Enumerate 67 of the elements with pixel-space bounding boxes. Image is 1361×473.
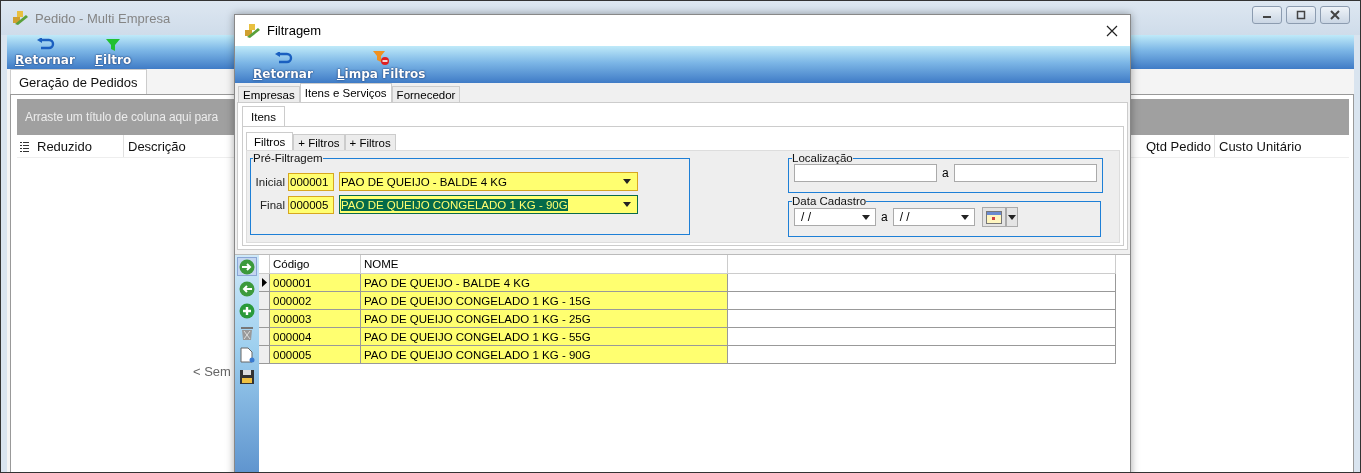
column-header[interactable]: NOME (361, 255, 728, 273)
table-cell: 000003 (270, 310, 361, 327)
calendar-button[interactable] (981, 207, 1006, 227)
calendar-icon (985, 210, 1002, 224)
dropdown-arrow-icon (862, 214, 870, 220)
tab[interactable]: Geração de Pedidos (10, 69, 147, 94)
column-header[interactable]: Reduzido (33, 135, 124, 157)
add-button[interactable] (237, 301, 257, 320)
code-field[interactable]: 000005 (288, 195, 334, 214)
group-title: Localização (792, 152, 853, 164)
dropdown-arrow-icon (960, 214, 969, 220)
code-field[interactable]: 000001 (288, 172, 334, 191)
window-title: Pedido - Multi Empresa (35, 10, 171, 26)
tab[interactable]: Itens e Serviços (299, 83, 392, 102)
date-to-field[interactable]: / / (892, 208, 975, 226)
tab[interactable]: + Filtros (293, 134, 345, 150)
app-icon (243, 22, 261, 39)
funnel-icon (105, 38, 121, 52)
table-cell: PAO DE QUEIJO - BALDE 4 KG (361, 274, 728, 291)
table-cell: PAO DE QUEIJO CONGELADO 1 KG - 25G (361, 310, 728, 327)
close-icon (1106, 24, 1118, 37)
table-cell: PAO DE QUEIJO CONGELADO 1 KG - 15G (361, 292, 728, 309)
dropdown-arrow-icon (1007, 214, 1016, 220)
date-from-field[interactable]: / / (794, 208, 876, 226)
column-chooser-icon[interactable] (20, 140, 29, 152)
range-separator: a (880, 210, 889, 224)
range-separator: a (941, 166, 950, 180)
location-to-field[interactable] (953, 164, 1097, 182)
dialog-title: Filtragem (267, 23, 322, 38)
current-row-arrow-icon (262, 278, 267, 287)
field-label: Inicial (255, 175, 285, 188)
maximize-button[interactable] (1286, 6, 1316, 24)
tab[interactable]: Empresas (238, 86, 300, 102)
column-header[interactable]: Código (270, 255, 361, 273)
table-cell: 000004 (270, 328, 361, 345)
dropdown-arrow-icon (623, 179, 631, 184)
group-title: Data Cadastro (792, 195, 867, 207)
tab[interactable]: Filtros (246, 132, 294, 150)
previous-arrow-button[interactable] (237, 279, 257, 298)
table-cell: 000001 (270, 274, 361, 291)
table-cell: PAO DE QUEIJO CONGELADO 1 KG - 55G (361, 328, 728, 345)
close-button[interactable] (1320, 6, 1350, 24)
tab[interactable]: + Filtros (344, 134, 396, 150)
group-title: Pré-Filtragem (253, 152, 323, 164)
maximize-icon (1295, 10, 1307, 20)
column-header[interactable]: Custo Unitário (1215, 135, 1349, 157)
empty-grid-message: < Sem (193, 364, 231, 379)
field-label: Final (259, 198, 285, 211)
table-cell: 000002 (270, 292, 361, 309)
product-combobox[interactable]: PAO DE QUEIJO CONGELADO 1 KG - 90G (339, 195, 638, 214)
app-icon (11, 10, 29, 26)
product-combobox[interactable]: PAO DE QUEIJO - BALDE 4 KG (339, 172, 638, 191)
table-cell: PAO DE QUEIJO CONGELADO 1 KG - 90G (361, 346, 728, 363)
funnel-remove-icon (372, 50, 391, 66)
document-button[interactable] (237, 345, 257, 364)
next-arrow-button[interactable] (237, 257, 257, 276)
group-by-hint: Arraste um título de coluna aqui para (25, 110, 219, 124)
row-selector[interactable] (259, 274, 270, 291)
location-from-field[interactable] (794, 164, 937, 182)
tab[interactable]: Itens (242, 106, 285, 126)
dropdown-arrow-icon (623, 202, 631, 207)
close-icon (1329, 10, 1341, 20)
save-button[interactable] (237, 367, 257, 386)
tab[interactable]: Fornecedor (391, 86, 461, 102)
table-cell: 000005 (270, 346, 361, 363)
column-header[interactable]: Qtd Pedido (1142, 135, 1215, 157)
minimize-button[interactable] (1252, 6, 1282, 24)
